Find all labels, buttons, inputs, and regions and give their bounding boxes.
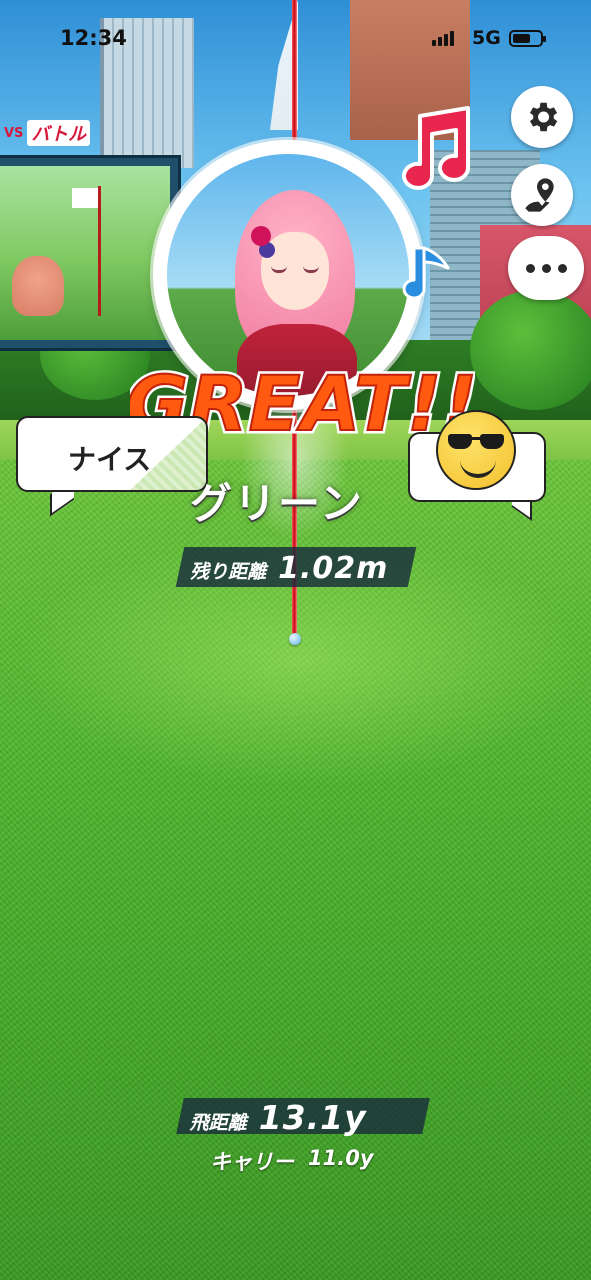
- reaction-text: ナイス: [68, 443, 152, 476]
- clock: 12:34: [60, 26, 127, 50]
- sunglasses: [448, 434, 506, 450]
- lie-label: グリーン: [190, 479, 364, 528]
- remaining-distance-panel: 残り距離 1.02m: [175, 547, 417, 587]
- billboard-flag: [72, 188, 98, 208]
- battery-level: [513, 34, 530, 43]
- hair-flower: [251, 226, 271, 246]
- battle-logo-text: バトル: [27, 120, 90, 146]
- billboard-flagpole: [98, 186, 101, 316]
- settings-button[interactable]: [511, 86, 573, 148]
- carry-label: キャリー: [210, 1150, 294, 1174]
- music-note-icon: [402, 246, 450, 300]
- reaction-bubble-left: ナイス: [16, 416, 212, 517]
- chat-dots-icon: [525, 263, 567, 273]
- map-button[interactable]: [511, 164, 573, 226]
- tree: [470, 290, 591, 410]
- golf-ball: [289, 633, 301, 645]
- remaining-distance-value: 1.02m: [278, 551, 389, 586]
- map-pin-icon: [525, 178, 554, 212]
- billboard-mascot: [12, 256, 64, 316]
- sunglasses-emoji-icon: [436, 410, 516, 490]
- status-bar: 12:34 5G: [0, 0, 591, 80]
- flight-distance-value: 13.1y: [258, 1098, 367, 1137]
- signal-icon: [432, 30, 454, 46]
- carry-distance: キャリー 11.0y: [210, 1146, 374, 1176]
- chat-button[interactable]: [508, 236, 584, 300]
- battle-logo-vs: VS: [4, 125, 24, 141]
- gear-icon: [529, 102, 558, 132]
- billboard-screen: [0, 166, 170, 340]
- emoji-smile: [460, 458, 496, 478]
- remaining-distance-label: 残り距離: [190, 561, 267, 583]
- network-type: 5G: [472, 27, 501, 49]
- flight-distance-panel: 飛距離 13.1y: [176, 1098, 430, 1137]
- music-note-icon: [402, 106, 470, 190]
- character-face: [261, 232, 329, 310]
- battery-icon: [509, 30, 546, 47]
- reaction-bubble-right: [408, 410, 548, 522]
- carry-value: 11.0y: [308, 1146, 374, 1170]
- battle-logo: VS バトル: [4, 118, 122, 148]
- flight-distance-label: 飛距離: [189, 1112, 247, 1134]
